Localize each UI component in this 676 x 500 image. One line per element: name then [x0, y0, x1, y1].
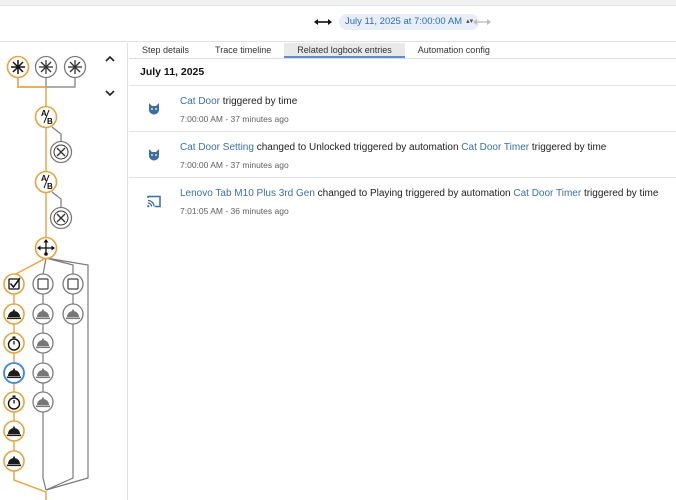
trigger-node[interactable]	[34, 55, 58, 79]
service-call-node[interactable]	[32, 332, 54, 354]
logbook-entry-message: Cat Door triggered by time	[180, 96, 297, 107]
logbook-entry: Cat Door triggered by time 7:00:00 AM - …	[129, 85, 676, 131]
logbook-entry: Lenovo Tab M10 Plus 3rd Gen changed to P…	[129, 177, 676, 223]
service-call-node[interactable]	[32, 362, 54, 384]
cast-icon	[144, 192, 164, 210]
svg-text:B: B	[47, 182, 53, 191]
trace-graph-panel: A B A B	[0, 43, 128, 500]
top-strip	[0, 0, 676, 6]
double-arrow-disabled-icon[interactable]	[471, 14, 493, 30]
automation-link[interactable]: Cat Door Timer	[513, 188, 581, 199]
entry-text: changed to Playing triggered by automati…	[314, 188, 514, 199]
entity-link[interactable]: Lenovo Tab M10 Plus 3rd Gen	[180, 188, 315, 199]
entity-link[interactable]: Cat Door Setting	[180, 142, 254, 153]
service-call-node[interactable]	[3, 362, 25, 384]
tab-automation-config[interactable]: Automation config	[405, 43, 503, 58]
trace-tabs: Step details Trace timeline Related logb…	[129, 43, 676, 59]
logbook-date-header: July 11, 2025	[140, 66, 205, 78]
service-call-node[interactable]	[62, 303, 84, 325]
entity-link[interactable]: Cat Door	[180, 96, 220, 107]
logbook-entry-time: 7:01:05 AM - 36 minutes ago	[180, 206, 289, 216]
service-call-node[interactable]	[3, 420, 25, 442]
checkbox-node[interactable]	[32, 273, 54, 295]
entry-text: triggered by time	[220, 96, 298, 107]
entry-text: changed to Unlocked triggered by automat…	[253, 142, 462, 153]
condition-node[interactable]: A B	[34, 105, 58, 129]
service-call-node[interactable]	[3, 450, 25, 472]
logbook-entry: Cat Door Setting changed to Unlocked tri…	[129, 131, 676, 177]
logbook-entry-time: 7:00:00 AM - 37 minutes ago	[180, 160, 289, 170]
logbook-entry-message: Cat Door Setting changed to Unlocked tri…	[180, 142, 606, 153]
stop-node[interactable]	[49, 140, 73, 164]
logbook-entry-time: 7:00:00 AM - 37 minutes ago	[180, 114, 289, 124]
automation-link[interactable]: Cat Door Timer	[461, 142, 529, 153]
service-call-node[interactable]	[3, 303, 25, 325]
svg-text:B: B	[47, 117, 53, 126]
service-call-node[interactable]	[32, 391, 54, 413]
logbook-entry-message: Lenovo Tab M10 Plus 3rd Gen changed to P…	[180, 188, 658, 199]
condition-node[interactable]: A B	[34, 170, 58, 194]
choose-node[interactable]	[34, 236, 58, 260]
tab-trace-timeline[interactable]: Trace timeline	[202, 43, 284, 58]
trigger-node[interactable]	[6, 55, 30, 79]
checkbox-node[interactable]	[3, 273, 25, 295]
top-bar: July 11, 2025 at 7:00:00 AM ▴▾	[0, 0, 676, 42]
tab-related-logbook-entries[interactable]: Related logbook entries	[284, 43, 405, 58]
delay-node[interactable]	[3, 391, 25, 413]
stop-node[interactable]	[49, 206, 73, 230]
trigger-node[interactable]	[63, 55, 87, 79]
cat-icon	[144, 99, 164, 117]
cat-icon	[144, 145, 164, 163]
double-arrow-icon[interactable]	[312, 14, 334, 30]
checkbox-node[interactable]	[62, 273, 84, 295]
entry-text-suffix: triggered by time	[581, 188, 659, 199]
tab-step-details[interactable]: Step details	[129, 43, 202, 58]
service-call-node[interactable]	[32, 303, 54, 325]
trace-graph: A B A B	[3, 55, 89, 500]
trace-date-selector[interactable]: July 11, 2025 at 7:00:00 AM ▴▾	[339, 14, 480, 30]
delay-node[interactable]	[3, 332, 25, 354]
trace-date-label: July 11, 2025 at 7:00:00 AM	[345, 16, 463, 27]
entry-text-suffix: triggered by time	[529, 142, 607, 153]
